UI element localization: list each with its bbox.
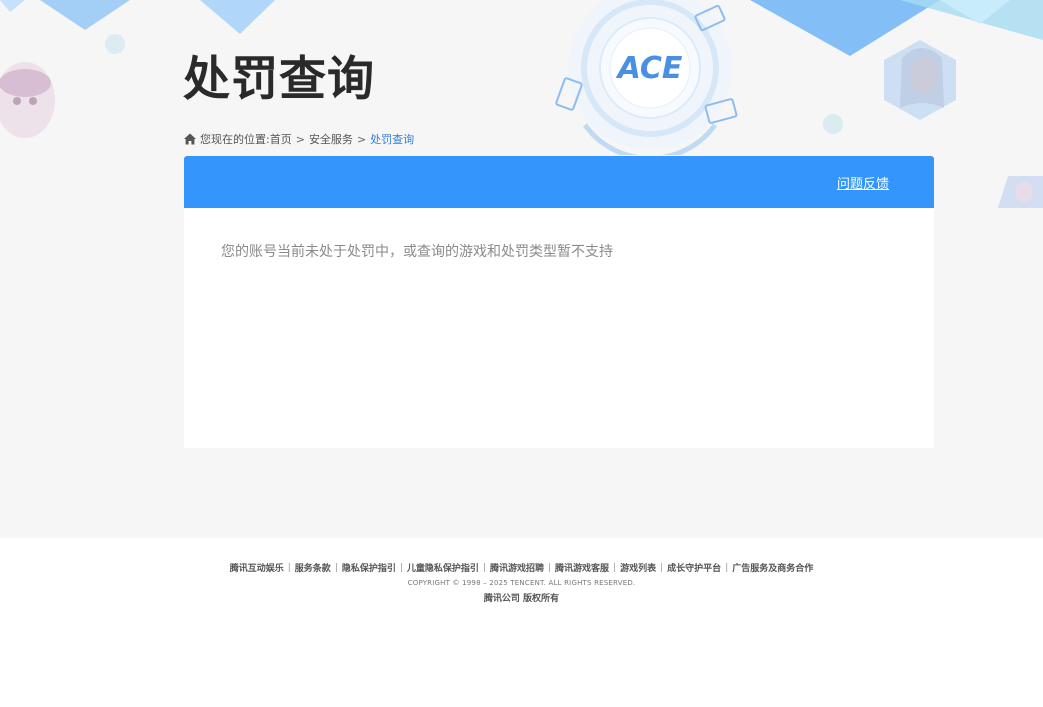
character-image-small [998, 176, 1043, 208]
footer-link-game-list[interactable]: 游戏列表 [620, 561, 656, 574]
panel-header: 问题反馈 [184, 156, 934, 208]
footer-divider: | [482, 562, 486, 573]
breadcrumb-separator: > [295, 132, 305, 146]
breadcrumb-item-home[interactable]: 首页 [270, 131, 292, 147]
breadcrumb-item-security[interactable]: 安全服务 [309, 131, 353, 147]
footer-divider: | [334, 562, 338, 573]
breadcrumb-prefix: 您现在的位置: [200, 133, 270, 146]
footer-divider: | [287, 562, 291, 573]
result-panel: 问题反馈 您的账号当前未处于处罚中，或查询的游戏和处罚类型暂不支持 [184, 156, 934, 448]
footer-divider: | [399, 562, 403, 573]
breadcrumb-item-current: 处罚查询 [370, 133, 415, 146]
footer-links: 腾讯互动娱乐 | 服务条款 | 隐私保护指引 | 儿童隐私保护指引 | 腾讯游戏… [0, 561, 1043, 575]
footer-link-parental-guard[interactable]: 成长守护平台 [667, 561, 721, 574]
footer-link-privacy[interactable]: 隐私保护指引 [342, 561, 396, 574]
character-image-left [0, 62, 55, 138]
ace-logo: ACE [555, 0, 738, 155]
footer-link-support[interactable]: 腾讯游戏客服 [555, 561, 609, 574]
company-text: 腾讯公司 版权所有 [483, 594, 560, 604]
footer-link-tencent-games[interactable]: 腾讯互动娱乐 [230, 561, 284, 574]
footer-divider: | [660, 562, 664, 573]
footer-link-child-privacy[interactable]: 儿童隐私保护指引 [407, 561, 479, 574]
home-icon [184, 133, 196, 145]
footer-link-advertising[interactable]: 广告服务及商务合作 [732, 561, 813, 574]
footer-link-terms[interactable]: 服务条款 [295, 561, 331, 574]
result-message: 您的账号当前未处于处罚中，或查询的游戏和处罚类型暂不支持 [221, 244, 613, 260]
breadcrumb: 您现在的位置: 首页 > 安全服务 > 处罚查询 [184, 131, 414, 147]
feedback-link[interactable]: 问题反馈 [837, 173, 889, 192]
character-image-right [884, 40, 956, 120]
footer-divider: | [725, 562, 729, 573]
footer: 腾讯互动娱乐 | 服务条款 | 隐私保护指引 | 儿童隐私保护指引 | 腾讯游戏… [0, 538, 1043, 707]
footer-divider: | [613, 562, 617, 573]
footer-link-careers[interactable]: 腾讯游戏招聘 [490, 561, 544, 574]
header-background: ACE 处罚查询 您现在的位置: 首页 > 安全服务 > 处罚查询 问题反馈 您… [0, 0, 1043, 538]
ace-logo-text: ACE [616, 51, 683, 86]
page-title: 处罚查询 [183, 52, 375, 107]
decor-bubble [105, 34, 125, 54]
decor-bubble [823, 114, 843, 134]
breadcrumb-separator: > [356, 132, 367, 146]
footer-divider: | [548, 562, 552, 573]
copyright-text: COPYRIGHT © 1998 – 2025 TENCENT. ALL RIG… [407, 579, 636, 587]
